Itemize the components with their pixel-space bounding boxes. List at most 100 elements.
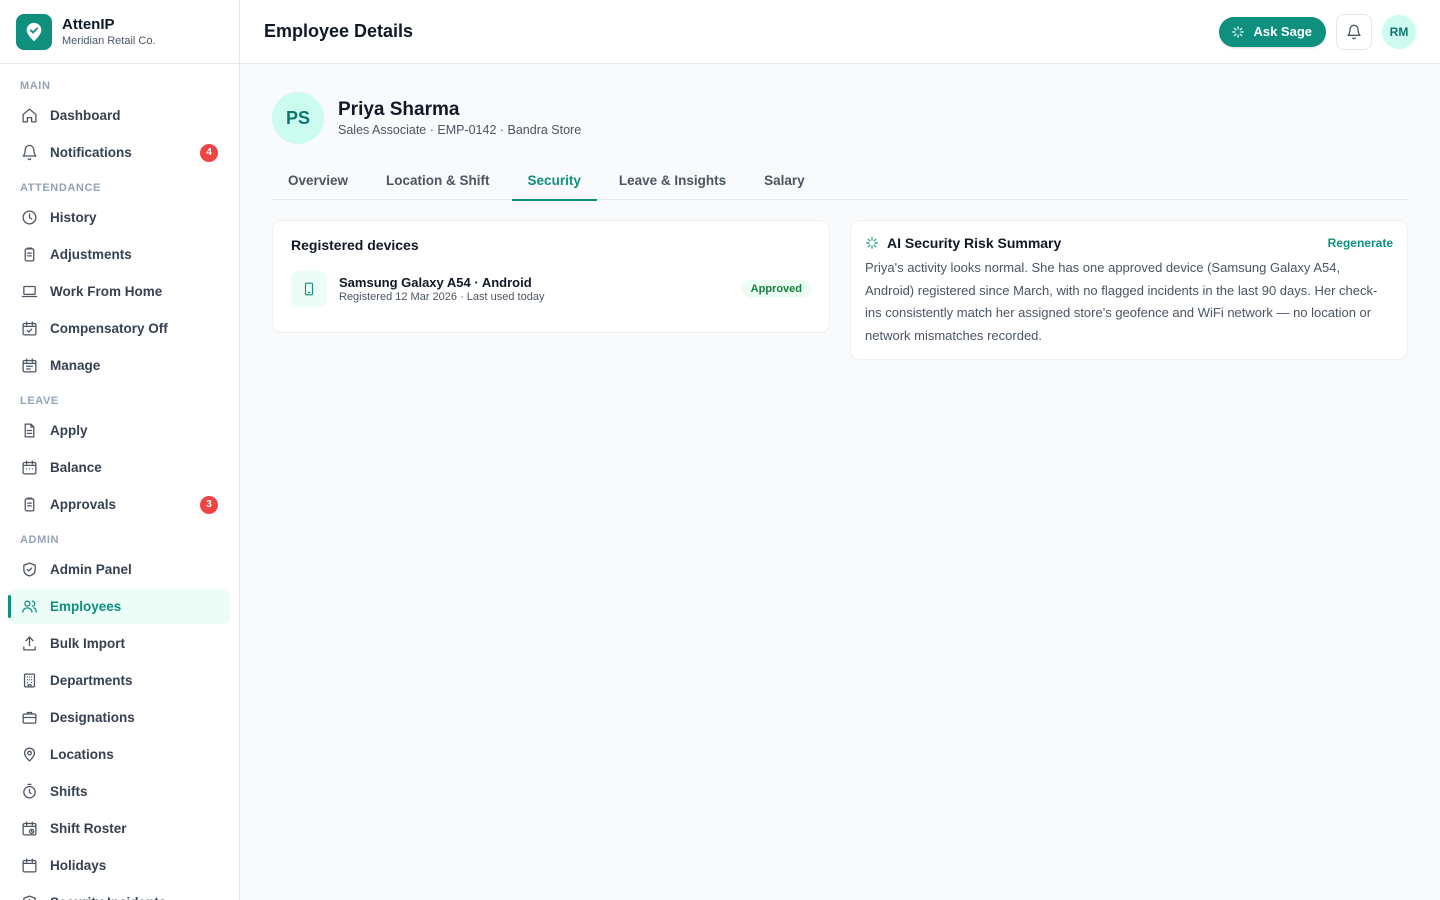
notifications-button[interactable] [1336,13,1372,50]
employee-meta: Sales Associate · EMP-0142 · Bandra Stor… [338,122,582,137]
employee-tabs: Overview Location & Shift Security Leave & … [272,160,1408,201]
count-badge: 4 [200,143,218,162]
sidebar-item-label: Locations [50,747,114,762]
sidebar-item-label: Approvals [50,497,117,512]
sidebar-item-apply[interactable]: Apply [8,413,230,448]
sidebar-item-label: Notifications [50,145,132,160]
registered-devices-card: Registered devices Samsung Galaxy A54 · … [272,220,830,333]
home-icon [20,107,38,125]
sidebar-section-label: MAIN [20,80,51,92]
sidebar-item-label: Shift Roster [50,821,127,836]
page-title: Employee Details [264,21,414,41]
smartphone-icon [291,271,327,307]
sidebar-item-label: Adjustments [50,247,132,262]
employee-name: Priya Sharma [338,98,460,120]
sidebar: AttenIP Meridian Retail Co. MAIN Dashboar… [0,0,240,900]
sidebar-item-label: Security Incidents [50,895,166,900]
brand-logo-icon [16,13,52,50]
clipboard-icon [20,246,38,264]
sidebar-item-shift-roster[interactable]: Shift Roster [8,811,230,846]
clock-icon [20,209,38,227]
sidebar-item-label: History [50,210,97,225]
sparkle-icon [1232,25,1245,38]
calendar-grid-icon [20,357,38,375]
shield-check-icon [20,561,38,579]
sidebar-item-label: Employees [50,599,122,614]
sidebar-item-approvals[interactable]: Approvals 3 [8,487,230,522]
sidebar-item-departments[interactable]: Departments [8,663,230,698]
sidebar-item-locations[interactable]: Locations [8,737,230,772]
sidebar-item-manage[interactable]: Manage [8,348,230,383]
regenerate-button[interactable]: Regenerate [1328,236,1393,250]
sidebar-item-balance[interactable]: Balance [8,450,230,485]
brand[interactable]: AttenIP Meridian Retail Co. [0,0,239,64]
clipboard-icon [20,496,38,514]
sidebar-item-history[interactable]: History [8,200,230,235]
sidebar-item-bulk-import[interactable]: Bulk Import [8,626,230,661]
sidebar-item-work-from-home[interactable]: Work From Home [8,274,230,309]
calendar-dots-icon [20,459,38,477]
sidebar-item-employees[interactable]: Employees [8,589,230,624]
sidebar-item-dashboard[interactable]: Dashboard [8,98,230,133]
sidebar-section-label: ADMIN [20,534,60,546]
tab-overview[interactable]: Overview [272,160,364,200]
timer-icon [20,783,38,801]
brand-org: Meridian Retail Co. [62,34,156,47]
sidebar-item-admin-panel[interactable]: Admin Panel [8,552,230,587]
main-content: PS Priya Sharma Sales Associate · EMP-01… [272,92,1408,360]
laptop-icon [20,283,38,301]
sparkle-icon [866,237,878,249]
sidebar-item-label: Departments [50,673,133,688]
employee-avatar: PS [272,92,324,144]
sidebar-item-security-incidents[interactable]: Security Incidents [8,885,230,900]
devices-title: Registered devices [291,237,419,253]
device-status-badge: Approved [741,280,811,298]
users-icon [20,598,38,616]
device-row[interactable]: Samsung Galaxy A54 · Android Registered … [291,271,811,307]
sidebar-item-label: Apply [50,423,88,438]
device-registration: Registered 12 Mar 2026 · Last used today [339,290,545,303]
sidebar-item-compensatory-off[interactable]: Compensatory Off [8,311,230,346]
sidebar-item-label: Shifts [50,784,88,799]
sidebar-item-label: Designations [50,710,135,725]
ai-risk-summary-card: AI Security Risk Summary Regenerate Priy… [850,220,1408,360]
building-icon [20,672,38,690]
upload-icon [20,635,38,653]
sidebar-item-label: Compensatory Off [50,321,168,336]
sidebar-item-designations[interactable]: Designations [8,700,230,735]
sidebar-section-label: LEAVE [20,395,59,407]
shield-alert-icon [20,894,38,900]
tab-leave-insights[interactable]: Leave & Insights [603,160,742,200]
sidebar-section-label: ATTENDANCE [20,182,101,194]
tab-location-shift[interactable]: Location & Shift [370,160,506,200]
calendar-clock-icon [20,820,38,838]
sidebar-item-label: Holidays [50,858,107,873]
calendar-check-icon [20,320,38,338]
sidebar-item-shifts[interactable]: Shifts [8,774,230,809]
brand-name: AttenIP [62,15,115,33]
sidebar-item-label: Admin Panel [50,562,132,577]
ask-sage-button[interactable]: Ask Sage [1219,16,1326,47]
sidebar-item-holidays[interactable]: Holidays [8,848,230,883]
file-icon [20,422,38,440]
ai-summary-text: Priya's activity looks normal. She has o… [865,260,1378,343]
user-avatar[interactable]: RM [1382,14,1416,49]
tab-security[interactable]: Security [511,160,598,201]
sidebar-item-label: Manage [50,358,101,373]
bell-icon [1347,24,1361,39]
sidebar-nav: MAIN Dashboard Notifications 4 ATTENDANCE His… [0,64,239,900]
sidebar-item-label: Bulk Import [50,636,126,651]
sidebar-item-label: Balance [50,460,102,475]
tab-salary[interactable]: Salary [748,160,821,200]
employee-profile: PS Priya Sharma Sales Associate · EMP-01… [272,92,1408,144]
ask-sage-label: Ask Sage [1253,24,1312,39]
briefcase-icon [20,709,38,727]
count-badge: 3 [200,495,218,514]
top-header: Employee Details Ask Sage RM [240,0,1440,64]
sidebar-item-notifications[interactable]: Notifications 4 [8,135,230,170]
map-pin-icon [20,746,38,764]
sidebar-item-adjustments[interactable]: Adjustments [8,237,230,272]
sidebar-item-label: Work From Home [50,284,163,299]
